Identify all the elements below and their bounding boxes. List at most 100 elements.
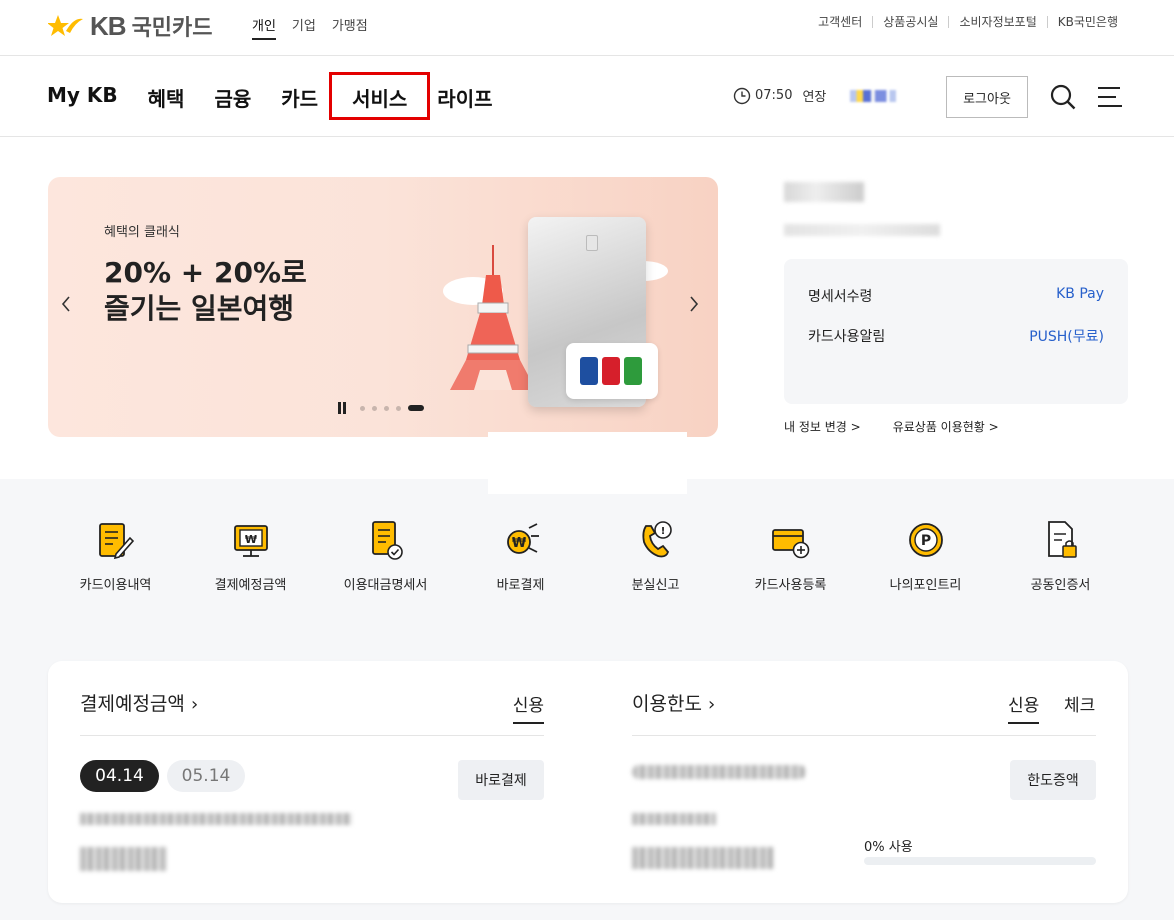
info-label-alert: 카드사용알림 [808, 329, 886, 345]
menu-benefits[interactable]: 혜택 [148, 83, 185, 117]
paid-products-link[interactable]: 유료상품 이용현황 > [893, 418, 999, 435]
payment-title: 결제예정금액 [80, 693, 185, 715]
quick-lost-report[interactable]: ! 분실신고 [588, 518, 723, 593]
usage-label: 0% 사용 [864, 840, 913, 855]
search-icon[interactable] [1050, 84, 1076, 110]
utility-links: 고객센터 상품공시실 소비자정보포털 KB국민은행 [808, 16, 1128, 28]
slide-dot[interactable] [408, 405, 424, 411]
quick-label: 카드이용내역 [79, 578, 152, 593]
usage-progress-bar [864, 857, 1096, 865]
quick-label: 분실신고 [631, 578, 680, 593]
menu-life[interactable]: 라이프 [437, 83, 492, 117]
extend-session-link[interactable]: 연장 [802, 86, 826, 105]
link-kb-bank[interactable]: KB국민은행 [1046, 16, 1128, 28]
logo-card-text: 국민카드 [131, 16, 213, 41]
pause-icon[interactable] [336, 402, 348, 414]
timer-value: 07:50 [755, 88, 793, 103]
date-pill-next[interactable]: 05.14 [167, 760, 245, 792]
slide-dot[interactable] [372, 405, 377, 411]
card-register-icon [771, 529, 809, 559]
hero-banner[interactable]: 혜택의 클래식 20% + 20%로 즐기는 일본여행 [48, 177, 718, 437]
edit-info-link[interactable]: 내 정보 변경 > [784, 418, 861, 435]
tab-business[interactable]: 기업 [292, 15, 316, 40]
slide-dot[interactable] [384, 405, 389, 411]
profile-links: 내 정보 변경 > 유료상품 이용현황 > [784, 418, 999, 435]
logout-button[interactable]: 로그아웃 [946, 76, 1028, 118]
quick-instant-pay[interactable]: ₩ 바로결제 [453, 518, 588, 593]
quick-my-point[interactable]: P 나의포인트리 [858, 518, 993, 593]
blurred-last-login [784, 224, 940, 236]
tokyo-tower-image [450, 245, 536, 390]
card-chip [586, 235, 598, 251]
statement-icon [371, 521, 403, 560]
payment-tab-credit[interactable]: 신용 [512, 691, 544, 724]
payment-title-link[interactable]: 결제예정금액 › [80, 689, 198, 716]
main-navigation: My KB 혜택 금융 카드 서비스 라이프 07:50 연장 로그아웃 [0, 57, 1174, 137]
quick-card-history[interactable]: 카드이용내역 [48, 518, 183, 593]
limit-increase-button[interactable]: 한도증액 [1010, 760, 1096, 800]
chevron-right-icon: › [190, 694, 199, 715]
blurred-limit-amount [632, 847, 774, 869]
blurred-amount [80, 847, 166, 871]
quick-label: 나의포인트리 [889, 578, 962, 593]
slide-dot[interactable] [360, 405, 365, 411]
menu-card[interactable]: 카드 [281, 83, 318, 117]
blurred-card-number [632, 765, 806, 779]
svg-text:₩: ₩ [511, 536, 526, 551]
card-history-icon [98, 523, 134, 560]
segment-tabs: 개인 기업 가맹점 [252, 15, 368, 40]
quick-label: 바로결제 [496, 578, 545, 593]
hamburger-menu-icon[interactable] [1098, 86, 1122, 108]
limit-tab-credit[interactable]: 신용 [1008, 691, 1040, 724]
top-bar: KB 국민카드 개인 기업 가맹점 고객센터 상품공시실 소비자정보포털 KB국… [0, 0, 1174, 56]
quick-statement[interactable]: 이용대금명세서 [318, 518, 453, 593]
quick-card-register[interactable]: 카드사용등록 [723, 518, 858, 593]
quick-certificate[interactable]: 공동인증서 [993, 518, 1128, 593]
slide-dot[interactable] [396, 405, 401, 411]
info-label-statement: 명세서수령 [808, 289, 873, 305]
logo-kb-text: KB [90, 10, 127, 41]
quick-label: 이용대금명세서 [343, 578, 428, 593]
main-menu: My KB 혜택 금융 카드 서비스 라이프 [47, 72, 523, 120]
blurred-limit-label [632, 813, 716, 825]
certificate-icon [1047, 521, 1077, 558]
summary-panel: 결제예정금액 › 신용 04.14 05.14 바로결제 이용한도 › 신용 체… [48, 661, 1128, 903]
menu-my-kb[interactable]: My KB [47, 83, 118, 117]
svg-text:₩: ₩ [244, 533, 256, 546]
slide-indicator [360, 405, 424, 411]
tab-merchant[interactable]: 가맹점 [332, 15, 368, 40]
blurred-card-info [80, 813, 352, 825]
link-product-disclosure[interactable]: 상품공시실 [872, 16, 948, 28]
info-value-alert[interactable]: PUSH(무료) [1029, 326, 1104, 346]
info-row-alert: 카드사용알림 PUSH(무료) [808, 326, 1104, 346]
banner-title-line1: 20% + 20%로 [104, 256, 307, 289]
menu-finance[interactable]: 금융 [214, 83, 251, 117]
banner-title: 20% + 20%로 즐기는 일본여행 [104, 255, 364, 327]
date-pill-active[interactable]: 04.14 [80, 760, 159, 792]
instant-pay-button[interactable]: 바로결제 [458, 760, 544, 800]
svg-text:!: ! [660, 526, 665, 537]
prev-slide-icon[interactable] [60, 295, 72, 313]
link-consumer-portal[interactable]: 소비자정보포털 [948, 16, 1046, 28]
tab-personal[interactable]: 개인 [252, 15, 276, 40]
limit-title: 이용한도 [632, 693, 702, 715]
link-customer-center[interactable]: 고객센터 [808, 16, 872, 28]
quick-payment-amount[interactable]: ₩ 결제예정금액 [183, 518, 318, 593]
lost-report-icon: ! [641, 521, 672, 558]
limit-tab-check[interactable]: 체크 [1064, 691, 1095, 722]
info-value-statement[interactable]: KB Pay [1056, 286, 1104, 306]
quick-label: 카드사용등록 [754, 578, 827, 593]
kb-logo[interactable]: KB 국민카드 [48, 10, 213, 42]
divider [632, 735, 1096, 736]
jcb-logo [566, 343, 658, 399]
next-slide-icon[interactable] [688, 295, 700, 313]
info-row-statement: 명세서수령 KB Pay [808, 286, 1104, 306]
divider [80, 735, 544, 736]
svg-text:P: P [920, 533, 930, 549]
menu-service[interactable]: 서비스 [329, 72, 431, 120]
quick-menu: 카드이용내역 ₩ 결제예정금액 이용대금명세서 ₩ 바로결제 ! 분실신고 카드… [48, 518, 1128, 593]
point-icon: P [908, 523, 943, 557]
blurred-username [850, 90, 916, 102]
banner-subtitle: 혜택의 클래식 [104, 225, 180, 240]
limit-title-link[interactable]: 이용한도 › [632, 689, 715, 716]
